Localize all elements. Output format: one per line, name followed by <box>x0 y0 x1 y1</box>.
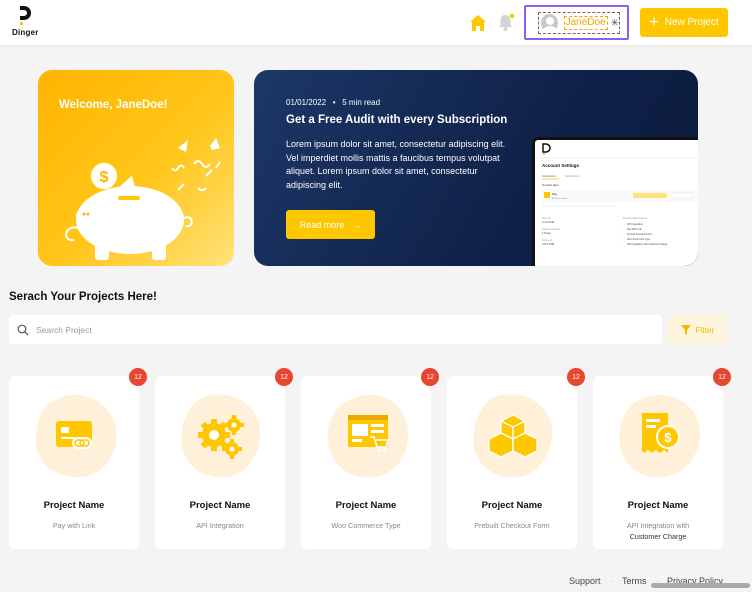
project-name: Project Name <box>627 500 689 511</box>
preview-plan: Pay <box>552 192 557 196</box>
invoice-coin-icon: $ <box>619 394 700 478</box>
preview-tab-2: Subscription <box>565 174 580 178</box>
preview-feature: API Integration <box>627 223 643 226</box>
user-menu[interactable]: JaneDoe ✳ <box>524 5 629 40</box>
preview-feature: Woo Commerce Type <box>627 238 651 241</box>
preview-title: Account Settings <box>542 163 579 168</box>
project-type: API Integration with Customer Charge <box>593 520 723 542</box>
logo-text: Dinger <box>12 28 39 37</box>
laptop-screen: Account Settings Subscription Subscripti… <box>535 140 698 266</box>
account-settings-preview: Account Settings Subscription Subscripti… <box>535 143 698 246</box>
spinner-icon: ✳ <box>610 17 619 29</box>
project-type-line-2: Customer Charge <box>629 532 687 541</box>
search-section-title: Serach Your Projects Here! <box>9 291 157 303</box>
project-type-line: Pay with Link <box>52 521 96 530</box>
promo-banner: 01/01/2022 • 5 min read Get a Free Audit… <box>254 70 698 266</box>
project-type-line: Prebuilt Checkout Form <box>474 521 550 530</box>
project-type: API Integration <box>155 520 285 531</box>
project-name: Project Name <box>43 500 105 511</box>
svg-text:✓: ✓ <box>623 233 625 236</box>
gears-icon <box>181 394 261 478</box>
svg-text:✓: ✓ <box>623 243 625 246</box>
project-type-line: API Integration <box>196 521 244 530</box>
home-icon[interactable] <box>469 14 487 32</box>
project-type: Pay with Link <box>9 520 139 531</box>
footer-support-link[interactable]: Support <box>569 576 601 586</box>
logo-mark-icon <box>20 6 31 25</box>
preview-features-title: Premium plan features <box>623 217 648 220</box>
preview-field2-label: Payment method <box>542 228 561 231</box>
dinger-logo[interactable]: Dinger <box>12 6 42 38</box>
filter-button[interactable]: Filter <box>668 315 727 344</box>
preview-feature: Pay With Link <box>627 228 642 231</box>
web-cart-icon <box>327 394 409 478</box>
search-icon <box>17 324 29 335</box>
project-card[interactable]: 12 Project Name Prebuilt Checkout Form <box>447 368 585 549</box>
cubes-icon <box>473 394 553 478</box>
count-badge: 12 <box>421 368 439 386</box>
preview-field1-label: Next bill <box>542 217 551 220</box>
piggy-bank-illustration: $ <box>65 138 221 260</box>
count-badge: 12 <box>129 368 147 386</box>
svg-text:✓: ✓ <box>623 238 625 241</box>
search-input[interactable] <box>36 324 636 335</box>
username-label: JaneDoe <box>563 16 608 30</box>
preview-feature: Prebuilt Checkout Form <box>627 233 652 236</box>
read-more-label: Read more <box>299 219 345 230</box>
preview-section: Current plan <box>542 183 559 187</box>
search-box[interactable] <box>9 315 662 344</box>
project-name: Project Name <box>189 500 251 511</box>
project-card[interactable]: 12 Project Name API Integration <box>155 368 293 549</box>
new-project-button[interactable]: + New Project <box>640 8 728 37</box>
welcome-card: Welcome, JaneDoe! $ <box>38 70 234 266</box>
count-badge: 12 <box>275 368 293 386</box>
promo-read-time: 5 min read <box>342 98 381 107</box>
promo-meta: 01/01/2022 • 5 min read <box>286 98 380 107</box>
promo-title: Get a Free Audit with every Subscription <box>286 114 508 126</box>
card-link-icon <box>35 394 117 478</box>
project-type: Woo Commerce Type <box>301 520 431 531</box>
svg-text:$: $ <box>100 169 109 186</box>
bell-icon[interactable] <box>497 13 515 32</box>
plus-icon: + <box>649 13 659 31</box>
project-name: Project Name <box>335 500 397 511</box>
horizontal-scrollbar[interactable] <box>651 583 750 588</box>
user-menu-inner: JaneDoe ✳ <box>538 12 620 34</box>
project-card[interactable]: 12 Project Name Pay with Link <box>9 368 147 549</box>
meta-dot: • <box>328 98 340 107</box>
avatar <box>541 14 558 32</box>
project-type-line: Woo Commerce Type <box>331 521 401 530</box>
footer-terms-link[interactable]: Terms <box>622 576 647 586</box>
preview-field1-value: 12 Jul 2022 <box>542 221 555 224</box>
preview-field2-value: 4 Dinger <box>542 232 551 235</box>
preview-feature: API Integration with Customer Charge <box>627 243 668 246</box>
svg-text:✓: ✓ <box>623 228 625 231</box>
project-name: Project Name <box>481 500 543 511</box>
project-card[interactable]: 12 Project Name Woo Commerce Type <box>301 368 439 549</box>
arrow-right-icon: → <box>352 219 362 230</box>
svg-text:✓: ✓ <box>623 223 625 226</box>
notification-dot <box>509 13 515 19</box>
promo-date: 01/01/2022 <box>286 98 327 107</box>
preview-tab-1: Subscription <box>542 174 557 178</box>
preview-plan-price: $100 per month <box>552 197 568 200</box>
count-badge: 12 <box>713 368 731 386</box>
count-badge: 12 <box>567 368 585 386</box>
promo-body: Lorem ipsum dolor sit amet, consectetur … <box>286 139 506 190</box>
new-project-label: New Project <box>664 17 719 28</box>
welcome-text: Welcome, JaneDoe! <box>59 99 168 111</box>
project-type-line: API Integration with <box>626 521 690 530</box>
preview-field3-label: Card end <box>542 239 553 242</box>
filter-label: Filter <box>695 324 715 335</box>
project-type: Prebuilt Checkout Form <box>447 520 577 531</box>
read-more-button[interactable]: Read more → <box>286 210 375 239</box>
svg-text:$: $ <box>664 430 672 445</box>
footer-separator: · <box>611 576 614 586</box>
laptop-mockup: Account Settings Subscription Subscripti… <box>532 137 698 266</box>
project-card[interactable]: 12 $ Project Name API Integration with C… <box>593 368 731 549</box>
top-header: Dinger JaneDoe ✳ + New Project <box>0 0 752 45</box>
preview-field3-value: XXXX 3456 <box>542 243 555 246</box>
filter-icon <box>680 324 691 335</box>
